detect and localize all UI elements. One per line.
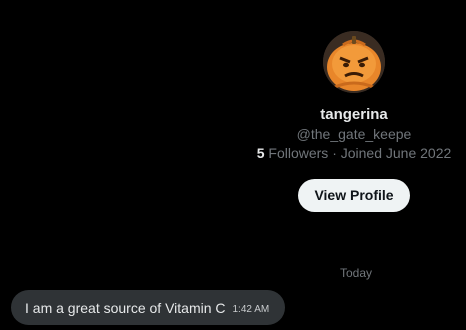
user-handle: @the_gate_keepe (296, 126, 412, 142)
avatar[interactable] (323, 31, 385, 93)
message-time: 1:42 AM (232, 304, 270, 315)
profile-meta: 5 Followers · Joined June 2022 (257, 144, 452, 162)
joined-date: Joined June 2022 (340, 145, 452, 161)
message-text: I am a great source of Vitamin C (25, 299, 226, 316)
profile-header: tangerina @the_gate_keepe 5 Followers · … (244, 0, 464, 212)
day-separator: Today (339, 266, 373, 280)
followers-count: 5 (256, 145, 265, 161)
display-name: tangerina (320, 106, 388, 123)
view-profile-button[interactable]: View Profile (298, 179, 410, 212)
meta-separator: · (332, 145, 337, 161)
pumpkin-face-icon (323, 31, 385, 93)
message-bubble[interactable]: I am a great source of Vitamin C 1:42 AM (11, 290, 286, 325)
followers-label: Followers (268, 145, 329, 161)
